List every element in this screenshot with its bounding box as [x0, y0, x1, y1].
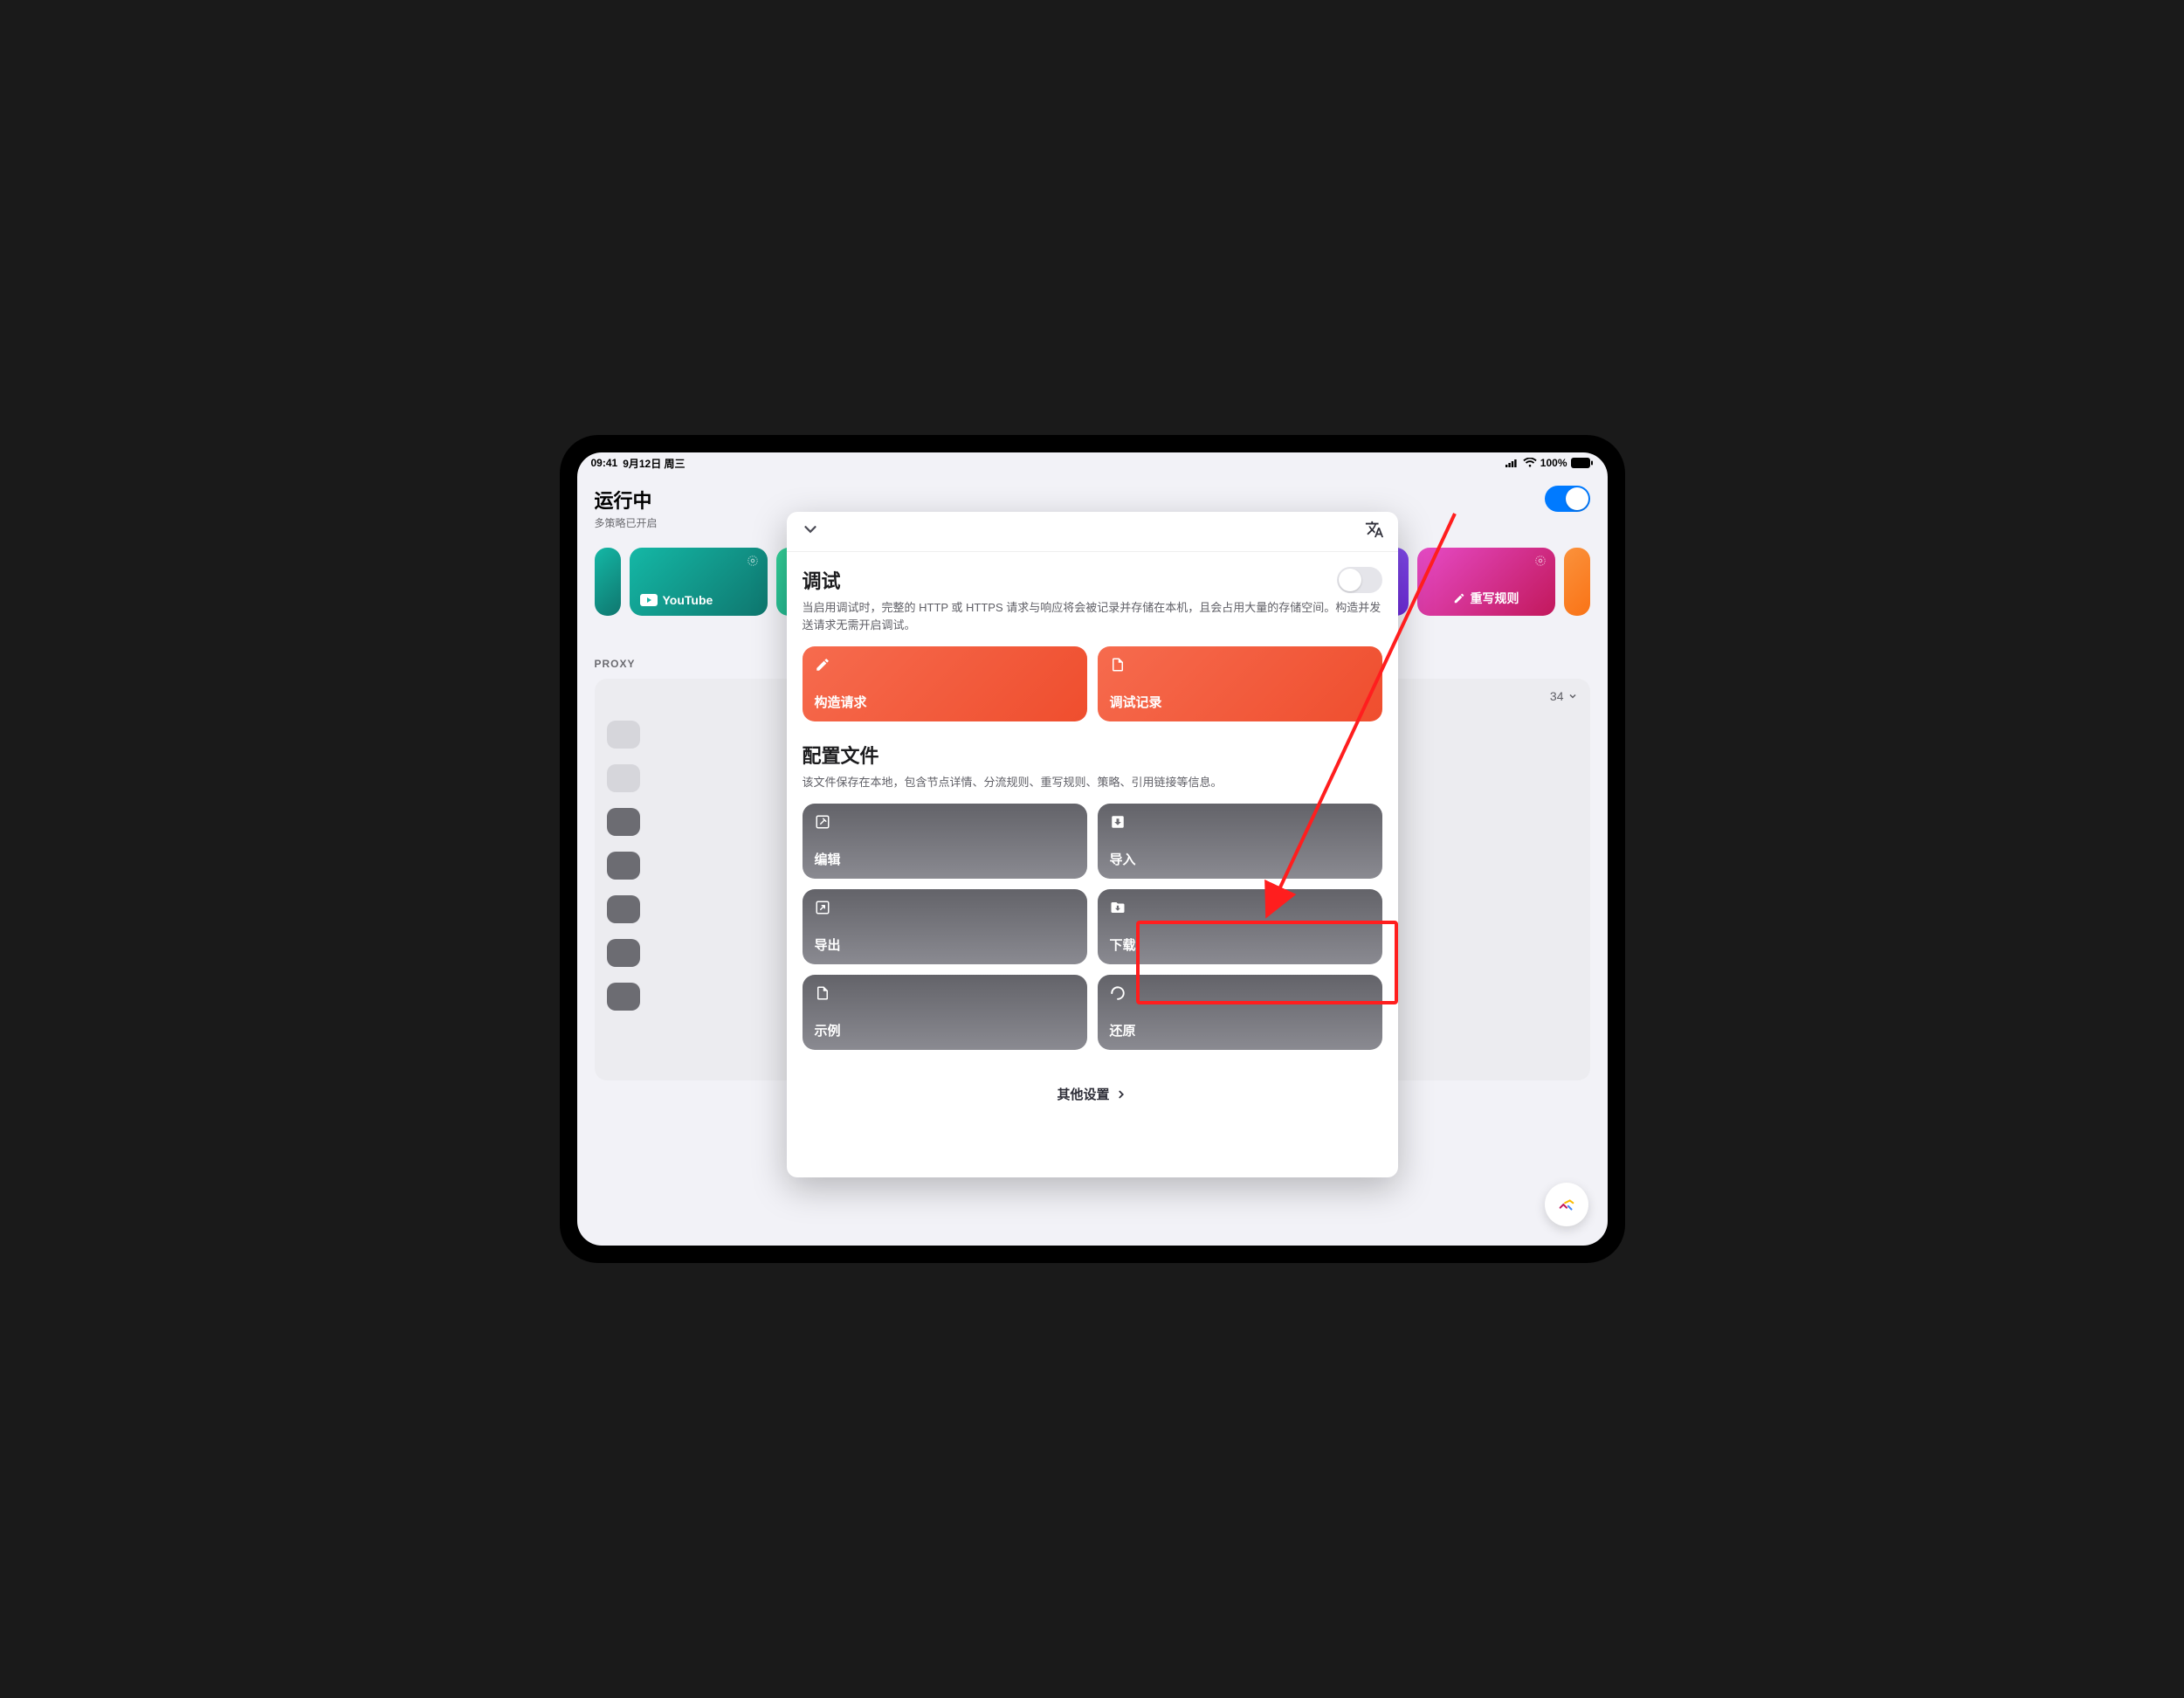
pencil-icon [815, 657, 830, 673]
card-label: 示例 [815, 1021, 1075, 1039]
sheet-collapse-button[interactable] [801, 520, 820, 543]
other-settings-label: 其他设置 [1057, 1085, 1109, 1103]
config-section-desc: 该文件保存在本地，包含节点详情、分流规则、重写规则、策略、引用链接等信息。 [803, 774, 1382, 791]
download-card[interactable]: 下载 [1098, 889, 1382, 964]
document-icon [815, 985, 830, 1001]
other-settings-link[interactable]: 其他设置 [803, 1069, 1382, 1108]
page-title: 运行中 [595, 486, 658, 514]
fab-button[interactable] [1545, 1183, 1588, 1226]
export-card[interactable]: 导出 [803, 889, 1087, 964]
wifi-icon [1523, 458, 1537, 468]
download-box-icon [1110, 814, 1126, 830]
chevron-down-icon [801, 520, 820, 539]
example-card[interactable]: 示例 [803, 975, 1087, 1050]
status-date: 9月12日 周三 [623, 456, 685, 471]
shuffle-icon [1557, 1195, 1576, 1214]
debug-log-card[interactable]: 调试记录 [1098, 646, 1382, 721]
card-label: 下载 [1110, 935, 1370, 954]
proxy-count-button[interactable]: 34 [1550, 689, 1578, 703]
debug-section-desc: 当启用调试时，完整的 HTTP 或 HTTPS 请求与响应将会被记录并存储在本机… [803, 599, 1382, 634]
main-toggle[interactable] [1545, 486, 1590, 512]
external-link-icon [815, 900, 830, 915]
card-label: 还原 [1110, 1021, 1370, 1039]
card-label: 调试记录 [1110, 693, 1370, 711]
config-section-title: 配置文件 [803, 741, 1382, 769]
folder-download-icon [1110, 900, 1126, 915]
policy-card-youtube[interactable]: YouTube [630, 548, 768, 616]
translate-icon [1365, 520, 1384, 539]
config-section: 配置文件 该文件保存在本地，包含节点详情、分流规则、重写规则、策略、引用链接等信… [803, 741, 1382, 1050]
battery-pct: 100% [1540, 457, 1567, 469]
edit-box-icon [815, 814, 830, 830]
edit-card[interactable]: 编辑 [803, 804, 1087, 879]
policy-label: 重写规则 [1471, 590, 1519, 607]
policy-card[interactable] [1564, 548, 1590, 616]
document-icon [1110, 657, 1126, 673]
card-label: 构造请求 [815, 693, 1075, 711]
restore-card[interactable]: 还原 [1098, 975, 1382, 1050]
card-label: 导出 [815, 935, 1075, 954]
chevron-down-icon [1567, 691, 1578, 701]
translate-button[interactable] [1365, 520, 1384, 543]
settings-icon [1534, 555, 1547, 569]
debug-section: 调试 当启用调试时，完整的 HTTP 或 HTTPS 请求与响应将会被记录并存储… [803, 566, 1382, 721]
youtube-icon [640, 594, 658, 606]
refresh-icon [1110, 985, 1126, 1001]
cellular-icon [1505, 459, 1519, 467]
settings-icon [747, 555, 759, 569]
card-label: 编辑 [815, 850, 1075, 868]
battery-icon [1571, 458, 1594, 468]
construct-request-card[interactable]: 构造请求 [803, 646, 1087, 721]
card-label: 导入 [1110, 850, 1370, 868]
policy-card-rewrite[interactable]: 重写规则 [1417, 548, 1555, 616]
status-time: 09:41 [591, 457, 618, 469]
page-subtitle: 多策略已开启 [595, 515, 658, 530]
settings-sheet: 调试 当启用调试时，完整的 HTTP 或 HTTPS 请求与响应将会被记录并存储… [787, 512, 1398, 1177]
policy-label: YouTube [663, 593, 713, 607]
import-card[interactable]: 导入 [1098, 804, 1382, 879]
chevron-right-icon [1115, 1088, 1127, 1101]
pencil-icon [1453, 592, 1465, 604]
screen: 09:41 9月12日 周三 100% 运行中 多策略已开启 [577, 452, 1608, 1246]
policy-card[interactable] [595, 548, 621, 616]
status-bar: 09:41 9月12日 周三 100% [577, 452, 1608, 473]
debug-toggle[interactable] [1337, 567, 1382, 593]
ipad-device-frame: 09:41 9月12日 周三 100% 运行中 多策略已开启 [560, 435, 1625, 1263]
debug-section-title: 调试 [803, 566, 841, 594]
